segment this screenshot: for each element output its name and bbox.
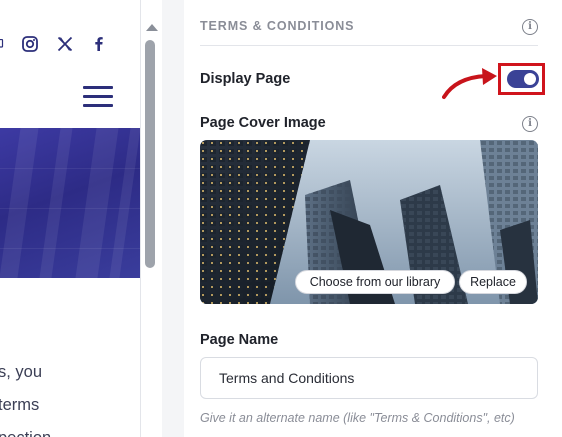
facebook-icon[interactable]	[90, 35, 108, 53]
social-bar	[0, 33, 140, 55]
cover-image-label: Page Cover Image	[200, 115, 326, 131]
red-arrow-icon	[442, 68, 497, 99]
display-page-toggle[interactable]	[507, 70, 539, 88]
preview-text-line: s, you	[0, 363, 43, 381]
page-name-helper-text: Give it an alternate name (like "Terms &…	[200, 411, 515, 425]
page-name-label: Page Name	[200, 332, 279, 348]
social-icon-partial	[0, 39, 4, 48]
preview-hero-image	[0, 128, 140, 278]
x-icon[interactable]	[56, 35, 74, 53]
settings-panel: TERMS & CONDITIONS i Display Page Page C…	[184, 0, 562, 437]
info-icon[interactable]: i	[522, 116, 538, 132]
preview-text-line: terms	[0, 396, 40, 414]
page-name-input[interactable]: Terms and Conditions	[200, 357, 538, 399]
scroll-up-arrow-icon[interactable]	[146, 24, 158, 31]
replace-button[interactable]: Replace	[459, 270, 527, 294]
page-preview: s, you terms pection	[0, 0, 162, 437]
info-icon[interactable]: i	[522, 19, 538, 35]
hamburger-icon[interactable]	[83, 86, 113, 108]
cover-image: Choose from our library Replace	[200, 140, 538, 304]
preview-body-text: s, you terms pection	[0, 356, 140, 437]
display-page-label: Display Page	[200, 71, 291, 87]
preview-scrollbar-thumb[interactable]	[145, 40, 155, 268]
choose-from-library-button[interactable]: Choose from our library	[295, 270, 455, 294]
preview-text-line: pection	[0, 422, 138, 437]
preview-divider	[140, 0, 141, 437]
section-title: TERMS & CONDITIONS	[200, 19, 355, 33]
panel-gutter	[162, 0, 184, 437]
toggle-knob	[524, 73, 536, 85]
instagram-icon[interactable]	[21, 35, 39, 53]
section-divider	[200, 45, 538, 46]
